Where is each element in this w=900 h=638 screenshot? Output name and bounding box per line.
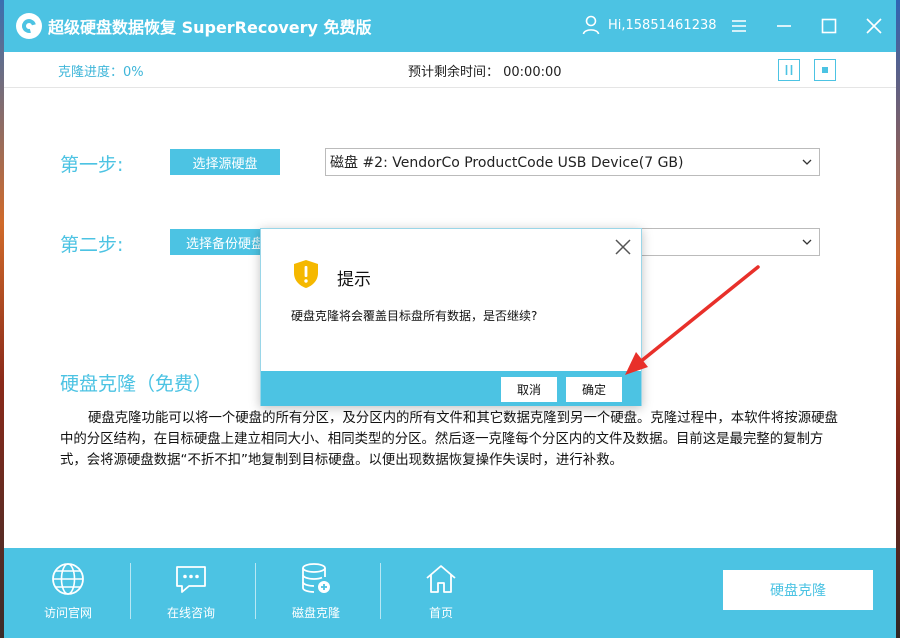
close-icon (865, 18, 882, 34)
pause-icon (785, 65, 793, 75)
nav-visit-website[interactable]: 访问官网 (23, 562, 113, 626)
user-icon (582, 15, 600, 35)
nav-label: 访问官网 (43, 606, 92, 620)
close-button[interactable] (851, 0, 896, 52)
step-1-label: 第一步: (60, 154, 124, 176)
clone-progress: 克隆进度：0% (58, 65, 144, 80)
globe-icon (52, 563, 84, 595)
user-name: Hi,15851461238 (608, 17, 717, 33)
chat-icon (176, 566, 206, 593)
chevron-down-icon (802, 239, 812, 245)
nav-label: 首页 (428, 606, 453, 620)
disk-clone-button[interactable]: 硬盘克隆 (723, 570, 873, 610)
time-remaining: 预计剩余时间： 00:00:00 (408, 65, 562, 80)
nav-divider (255, 563, 256, 619)
dialog-message: 硬盘克隆将会覆盖目标盘所有数据，是否继续? (291, 309, 538, 323)
nav-online-consult[interactable]: 在线咨询 (146, 562, 236, 626)
app-logo-icon (16, 13, 42, 39)
stop-icon (822, 67, 828, 73)
cancel-button[interactable]: 取消 (501, 377, 557, 402)
source-disk-select[interactable]: 磁盘 #2: VendorCo ProductCode USB Device(7… (325, 148, 820, 176)
chevron-down-icon (802, 159, 812, 165)
app-window: 超级硬盘数据恢复 SuperRecovery 免费版 Hi,1585146123… (4, 0, 896, 638)
window-controls (716, 0, 896, 52)
menu-button[interactable] (716, 0, 761, 52)
stop-button[interactable] (814, 59, 836, 81)
dialog-close-icon[interactable] (613, 237, 633, 257)
confirm-dialog: 提示 硬盘克隆将会覆盖目标盘所有数据，是否继续? 取消 确定 (260, 228, 642, 406)
nav-label: 在线咨询 (166, 606, 215, 620)
minimize-button[interactable] (761, 0, 806, 52)
section-title: 硬盘克隆（免费） (60, 373, 213, 395)
pause-button[interactable] (778, 59, 800, 81)
shield-warning-icon (294, 260, 318, 288)
maximize-icon (821, 18, 836, 34)
dialog-title: 提示 (337, 270, 371, 290)
nav-home[interactable]: 首页 (396, 562, 486, 626)
dialog-footer: 取消 确定 (261, 371, 641, 406)
app-title: 超级硬盘数据恢复 SuperRecovery 免费版 (48, 18, 372, 37)
maximize-button[interactable] (806, 0, 851, 52)
title-bar: 超级硬盘数据恢复 SuperRecovery 免费版 Hi,1585146123… (4, 0, 896, 52)
nav-divider (130, 563, 131, 619)
nav-divider (380, 563, 381, 619)
menu-icon (731, 20, 746, 32)
select-source-disk-button[interactable]: 选择源硬盘 (170, 149, 280, 175)
confirm-button[interactable]: 确定 (566, 377, 622, 402)
step-2-label: 第二步: (60, 234, 124, 256)
home-icon (426, 565, 456, 593)
section-description: 硬盘克隆功能可以将一个硬盘的所有分区，及分区内的所有文件和其它数据克隆到另一个硬… (60, 411, 838, 468)
database-icon (302, 563, 330, 593)
nav-disk-clone[interactable]: 磁盘克隆 (271, 562, 361, 626)
minimize-icon (776, 25, 791, 27)
bottom-nav-bar: 访问官网 在线咨询 磁盘克隆 首页 硬盘克隆 (4, 548, 896, 638)
progress-row: 克隆进度：0% 预计剩余时间： 00:00:00 (4, 52, 896, 88)
user-account[interactable]: Hi,15851461238 (582, 15, 717, 35)
source-disk-value: 磁盘 #2: VendorCo ProductCode USB Device(7… (330, 155, 684, 171)
nav-label: 磁盘克隆 (291, 606, 340, 620)
